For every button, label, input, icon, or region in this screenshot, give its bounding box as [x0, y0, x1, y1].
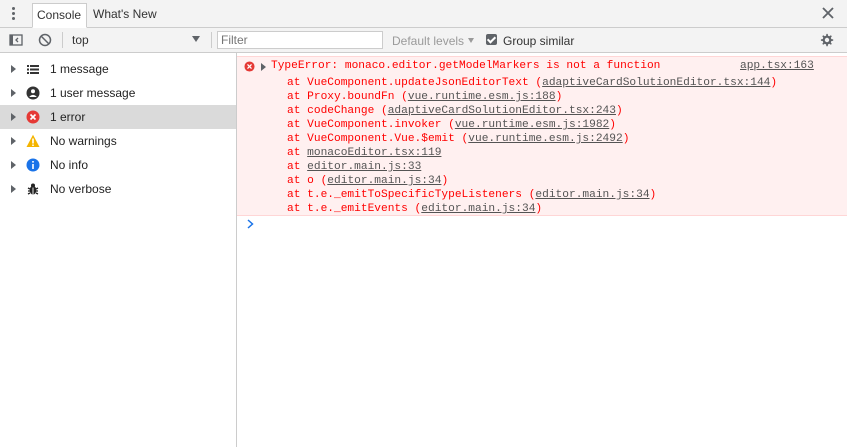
close-icon[interactable]: [821, 6, 835, 20]
gear-icon[interactable]: [819, 32, 835, 48]
stack-frame: at t.e._emitToSpecificTypeListeners (edi…: [287, 188, 777, 202]
stack-frame-link[interactable]: vue.runtime.esm.js:188: [408, 91, 556, 103]
stack-frame-text: at VueComponent.updateJsonEditorText (: [287, 77, 543, 89]
info-icon: [26, 158, 40, 172]
tab-whats-new[interactable]: What's New: [89, 3, 161, 28]
stack-frame-close: ): [555, 91, 563, 103]
stack-frame-link[interactable]: editor.main.js:34: [421, 203, 535, 215]
expand-caret-icon[interactable]: [11, 113, 16, 121]
stack-frame-link[interactable]: vue.runtime.esm.js:2492: [468, 133, 622, 145]
sidebar-item-user-messages[interactable]: 1 user message: [0, 81, 236, 105]
stack-frame-close: ): [649, 189, 657, 201]
sidebar-item-info[interactable]: No info: [0, 153, 236, 177]
expand-caret-icon[interactable]: [11, 161, 16, 169]
clear-console-icon[interactable]: [38, 33, 52, 47]
list-icon: [27, 65, 39, 74]
stack-frame: at codeChange (adaptiveCardSolutionEdito…: [287, 104, 777, 118]
stack-frame-text: at t.e._emitEvents (: [287, 203, 422, 215]
devtools-tabbar: Console What's New: [0, 0, 847, 28]
filter-input[interactable]: [217, 31, 383, 49]
stack-frame-link[interactable]: vue.runtime.esm.js:1982: [455, 119, 609, 131]
stack-frame: at monacoEditor.tsx:119: [287, 146, 777, 160]
context-selector[interactable]: top: [72, 33, 89, 47]
console-sidebar: 1 message 1 user message 1 error No warn…: [0, 53, 237, 447]
stack-frame-link[interactable]: editor.main.js:34: [327, 175, 441, 187]
stack-frame-text: at VueComponent.Vue.$emit (: [287, 133, 469, 145]
stack-frame-link[interactable]: monacoEditor.tsx:119: [307, 147, 441, 159]
stack-frame-close: ): [770, 77, 778, 89]
console-toolbar: top Default levels Group similar: [0, 28, 847, 53]
stack-frame-text: at codeChange (: [287, 105, 388, 117]
sidebar-item-label: 1 message: [50, 62, 109, 76]
sidebar-item-verbose[interactable]: No verbose: [0, 177, 236, 201]
levels-dropdown-icon[interactable]: [468, 38, 474, 43]
bug-icon: [27, 183, 39, 195]
expand-caret-icon[interactable]: [11, 89, 16, 97]
sidebar-item-warnings[interactable]: No warnings: [0, 129, 236, 153]
sidebar-item-label: No verbose: [50, 182, 112, 196]
sidebar-item-errors[interactable]: 1 error: [0, 105, 236, 129]
expand-caret-icon[interactable]: [11, 185, 16, 193]
stack-frame-link[interactable]: editor.main.js:34: [535, 189, 649, 201]
stack-frame-text: at VueComponent.invoker (: [287, 119, 455, 131]
toolbar-divider: [62, 32, 63, 48]
stack-frame-link[interactable]: adaptiveCardSolutionEditor.tsx:144: [542, 77, 770, 89]
stack-frame-text: at: [287, 147, 308, 159]
expand-caret-icon[interactable]: [11, 137, 16, 145]
stack-frame-close: ): [615, 105, 623, 117]
error-icon: [244, 61, 255, 72]
stack-frame-link[interactable]: editor.main.js:33: [307, 161, 421, 173]
stack-frame-close: ): [535, 203, 543, 215]
stack-frame-link[interactable]: adaptiveCardSolutionEditor.tsx:243: [388, 105, 616, 117]
stack-frame-close: ): [622, 133, 630, 145]
stack-frame: at VueComponent.Vue.$emit (vue.runtime.e…: [287, 132, 777, 146]
stack-frame-text: at t.e._emitToSpecificTypeListeners (: [287, 189, 536, 201]
stack-frame-close: ): [441, 175, 449, 187]
stack-frame: at o (editor.main.js:34): [287, 174, 777, 188]
log-levels-dropdown[interactable]: Default levels: [392, 34, 464, 48]
stack-frame-text: at: [287, 161, 308, 173]
sidebar-toggle-icon[interactable]: [9, 33, 23, 47]
group-similar-checkbox[interactable]: [486, 34, 497, 45]
error-message-block[interactable]: TypeError: monaco.editor.getModelMarkers…: [237, 56, 847, 216]
stack-frame-close: ): [609, 119, 616, 131]
stack-frame-text: at o (: [287, 175, 328, 187]
sidebar-item-label: 1 error: [50, 110, 86, 124]
user-icon: [26, 86, 40, 100]
sidebar-item-label: No info: [50, 158, 89, 172]
context-dropdown-icon[interactable]: [192, 36, 200, 42]
sidebar-item-label: No warnings: [50, 134, 117, 148]
more-options-icon[interactable]: [10, 6, 16, 22]
error-source-link[interactable]: app.tsx:163: [740, 60, 814, 72]
sidebar-item-label: 1 user message: [50, 86, 136, 100]
expand-caret-icon[interactable]: [11, 65, 16, 73]
stack-frame: at VueComponent.updateJsonEditorText (ad…: [287, 76, 777, 90]
tab-console[interactable]: Console: [32, 3, 87, 28]
stack-trace: at VueComponent.updateJsonEditorText (ad…: [287, 76, 777, 216]
toolbar-divider: [211, 32, 212, 48]
stack-frame: at editor.main.js:33: [287, 160, 777, 174]
stack-frame: at t.e._emitEvents (editor.main.js:34): [287, 202, 777, 216]
expand-stack-caret-icon[interactable]: [261, 63, 266, 71]
stack-frame: at VueComponent.invoker (vue.runtime.esm…: [287, 118, 777, 132]
stack-frame: at Proxy.boundFn (vue.runtime.esm.js:188…: [287, 90, 777, 104]
console-output[interactable]: TypeError: monaco.editor.getModelMarkers…: [237, 53, 847, 447]
error-icon: [26, 110, 40, 124]
group-similar-label[interactable]: Group similar: [503, 34, 574, 48]
sidebar-item-messages[interactable]: 1 message: [0, 57, 236, 81]
warning-icon: [26, 134, 40, 147]
console-prompt-chevron-icon[interactable]: [246, 219, 255, 229]
error-message-text[interactable]: TypeError: monaco.editor.getModelMarkers…: [271, 60, 660, 72]
stack-frame-text: at Proxy.boundFn (: [287, 91, 408, 103]
